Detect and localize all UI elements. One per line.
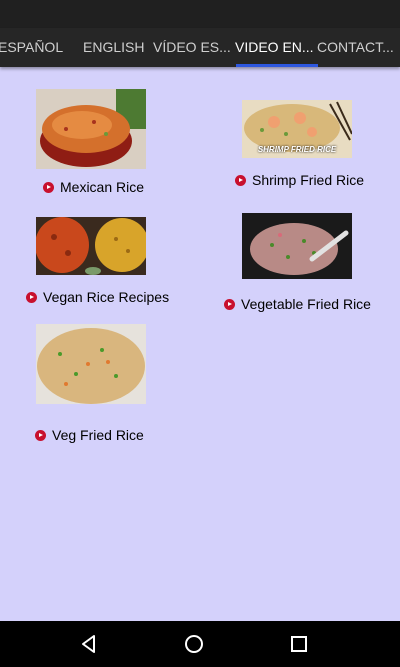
video-thumbnail[interactable] (36, 89, 146, 169)
video-thumbnail[interactable] (242, 213, 352, 279)
video-play-icon (26, 291, 37, 303)
video-play-icon (224, 298, 235, 310)
video-title-text: Vegetable Fried Rice (241, 296, 371, 312)
video-title[interactable]: Vegan Rice Recipes (26, 289, 169, 305)
video-play-icon (43, 181, 54, 193)
status-bar (0, 0, 400, 28)
back-button[interactable] (59, 621, 119, 667)
recents-icon (291, 636, 307, 652)
video-title[interactable]: Mexican Rice (43, 179, 144, 195)
tab-contact[interactable]: CONTACT... (317, 28, 394, 67)
tab-bar: ESPAÑOL ENGLISH VÍDEO ES... VIDEO EN... … (0, 28, 400, 67)
video-title-text: Veg Fried Rice (52, 427, 144, 443)
video-title-text: Mexican Rice (60, 179, 145, 195)
video-thumbnail[interactable] (36, 324, 146, 404)
video-title-text: Vegan Rice Recipes (43, 289, 170, 305)
tab-video-espanol[interactable]: VÍDEO ES... (153, 28, 231, 67)
navigation-bar (0, 621, 400, 667)
tab-english[interactable]: ENGLISH (83, 28, 144, 67)
video-thumbnail[interactable] (36, 217, 146, 275)
video-title[interactable]: Veg Fried Rice (35, 427, 144, 443)
tab-video-english[interactable]: VIDEO EN... (235, 28, 314, 67)
video-title-text: Shrimp Fried Rice (252, 172, 365, 188)
back-icon (82, 635, 95, 653)
tab-espanol[interactable]: ESPAÑOL (0, 28, 63, 67)
video-play-icon (235, 174, 246, 186)
video-title[interactable]: Vegetable Fried Rice (224, 296, 371, 312)
recents-button[interactable] (269, 621, 329, 667)
video-play-icon (35, 429, 46, 441)
home-icon (185, 635, 203, 653)
video-list: Mexican Rice SHRIMP FRIED RICE Shrimp Fr… (0, 67, 400, 621)
video-title[interactable]: Shrimp Fried Rice (235, 172, 364, 188)
video-thumbnail[interactable]: SHRIMP FRIED RICE (242, 100, 352, 158)
thumbnail-watermark: SHRIMP FRIED RICE (257, 145, 337, 154)
home-button[interactable] (164, 621, 224, 667)
